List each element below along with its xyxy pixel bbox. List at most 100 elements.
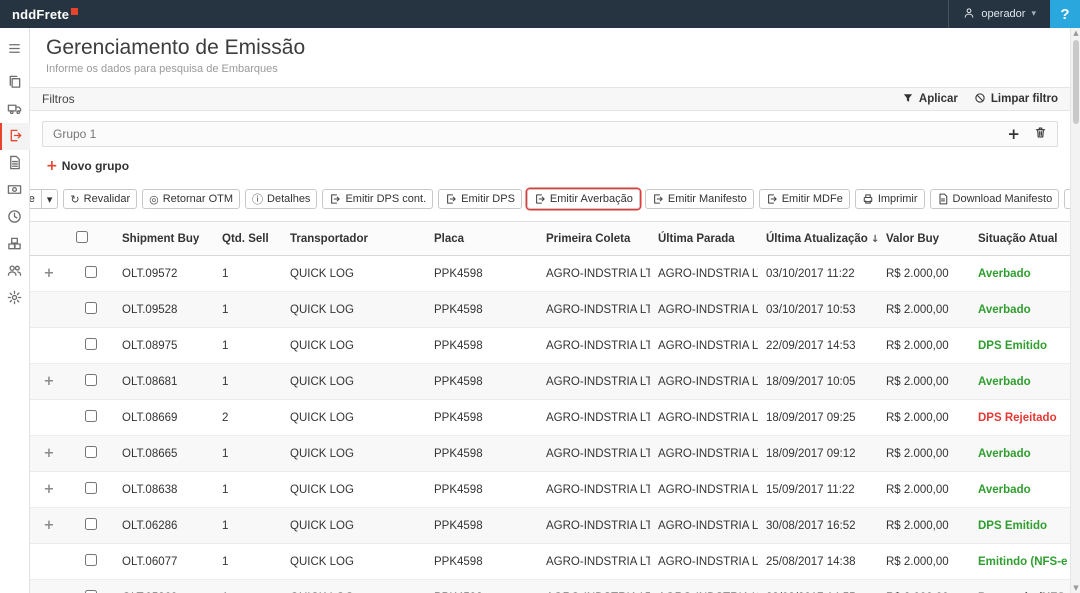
cancelar-embarque-button[interactable]: ×Cancelar embarque xyxy=(30,189,42,209)
cell-ultima-parada: AGRO-INDSTRIA LTDA. xyxy=(650,580,758,593)
packages-icon xyxy=(7,236,22,254)
row-checkbox[interactable] xyxy=(85,482,97,494)
add-filter-button[interactable]: + xyxy=(1007,127,1020,142)
checkbox-cell xyxy=(68,472,114,508)
download-manifesto-button[interactable]: Download Manifesto xyxy=(930,189,1060,209)
emitir-mdfe-button-group: Emitir MDFe xyxy=(759,189,850,209)
cell-ultima-parada: AGRO-INDSTRIA LTDA. xyxy=(650,256,758,292)
emit-icon xyxy=(329,193,341,205)
cell-shipment-buy: OLT.06077 xyxy=(114,544,214,580)
sidebar-item-billing[interactable] xyxy=(0,177,30,204)
column-header-ultima-atualizacao[interactable]: Última Atualização ↓ xyxy=(758,222,878,256)
sidebar-item-packages[interactable] xyxy=(0,231,30,258)
help-button[interactable]: ? xyxy=(1050,0,1080,28)
row-checkbox[interactable] xyxy=(85,446,97,458)
cell-ultima-atualizacao: 18/09/2017 09:12 xyxy=(758,436,878,472)
user-menu[interactable]: operador ▾ xyxy=(948,0,1050,28)
expand-row-icon[interactable]: + xyxy=(44,518,55,533)
cell-ultima-parada: AGRO-INDSTRIA LTDA. xyxy=(650,436,758,472)
cell-valor-buy: R$ 2.000,00 xyxy=(878,364,970,400)
emitir-mdfe-button[interactable]: Emitir MDFe xyxy=(759,189,850,209)
filters-title: Filtros xyxy=(42,92,75,106)
column-header-ultima-parada[interactable]: Última Parada xyxy=(650,222,758,256)
refresh-icon: ↻ xyxy=(70,194,79,205)
column-header-shipment-buy[interactable]: Shipment Buy xyxy=(114,222,214,256)
filter-group-row[interactable]: Grupo 1 + xyxy=(42,121,1058,147)
cancelar-embarque-dropdown-toggle[interactable]: ▾ xyxy=(42,189,59,209)
cell-ultima-parada: AGRO-INDSTRIA LTDA. xyxy=(650,544,758,580)
detalhes-button[interactable]: ⓘDetalhes xyxy=(245,189,317,209)
retornar-otm-button[interactable]: ◎Retornar OTM xyxy=(142,189,240,209)
column-header-situacao-atual[interactable]: Situação Atual xyxy=(970,222,1070,256)
table-header-row: Shipment BuyQtd. SellTransportadorPlacaP… xyxy=(30,222,1070,256)
emit-icon xyxy=(534,193,546,205)
sidebar-item-settings[interactable] xyxy=(0,285,30,312)
sidebar-item-documents[interactable] xyxy=(0,69,30,96)
expand-cell xyxy=(30,544,68,580)
brand-logo[interactable]: nddFrete xyxy=(12,7,78,22)
row-checkbox[interactable] xyxy=(85,410,97,422)
emit-icon xyxy=(652,193,664,205)
emitir-dps-cont-button[interactable]: Emitir DPS cont. xyxy=(322,189,433,209)
select-all-checkbox[interactable] xyxy=(76,231,88,243)
expand-row-icon[interactable]: + xyxy=(44,482,55,497)
row-checkbox[interactable] xyxy=(85,374,97,386)
cell-situacao-atual: Averbado xyxy=(970,292,1070,328)
row-checkbox[interactable] xyxy=(85,266,97,278)
expand-row-icon[interactable]: + xyxy=(44,446,55,461)
emitir-averbacao-button[interactable]: Emitir Averbação xyxy=(527,189,640,209)
emitir-averbacao-button-group: Emitir Averbação xyxy=(527,189,640,209)
scroll-down-icon[interactable]: ▼ xyxy=(1071,583,1080,593)
expand-row-icon[interactable]: + xyxy=(44,266,55,281)
vertical-scrollbar[interactable]: ▲ ▼ xyxy=(1070,28,1080,593)
cell-primeira-coleta: AGRO-INDSTRIA LTDA. xyxy=(538,328,650,364)
row-checkbox[interactable] xyxy=(85,338,97,350)
sidebar-item-menu[interactable] xyxy=(0,36,30,63)
delete-group-button[interactable] xyxy=(1034,126,1047,142)
scroll-up-icon[interactable]: ▲ xyxy=(1071,28,1080,38)
sidebar-item-users[interactable] xyxy=(0,258,30,285)
clear-filter-button[interactable]: Limpar filtro xyxy=(974,92,1058,107)
row-checkbox[interactable] xyxy=(85,518,97,530)
column-header-valor-buy[interactable]: Valor Buy xyxy=(878,222,970,256)
new-group-button[interactable]: + Novo grupo xyxy=(46,159,129,173)
column-header-transportador[interactable]: Transportador xyxy=(282,222,426,256)
emitir-dps-button[interactable]: Emitir DPS xyxy=(438,189,522,209)
sidebar-item-emission[interactable] xyxy=(0,123,30,150)
table-row: +OLT.086381QUICK LOGPPK4598AGRO-INDSTRIA… xyxy=(30,472,1070,508)
imprimir-button[interactable]: Imprimir xyxy=(855,189,925,209)
sidebar-item-reports[interactable] xyxy=(0,150,30,177)
checkbox-cell xyxy=(68,256,114,292)
revalidar-button[interactable]: ↻Revalidar xyxy=(63,189,137,209)
row-checkbox[interactable] xyxy=(85,554,97,566)
checkbox-cell xyxy=(68,292,114,328)
sidebar-item-history[interactable] xyxy=(0,204,30,231)
person-icon xyxy=(963,7,975,22)
truck-icon xyxy=(7,101,22,119)
cell-situacao-atual: DPS Rejeitado xyxy=(970,400,1070,436)
cell-valor-buy: R$ 2.000,00 xyxy=(878,328,970,364)
table-row: +OLT.095721QUICK LOGPPK4598AGRO-INDSTRIA… xyxy=(30,256,1070,292)
checkbox-cell xyxy=(68,400,114,436)
cell-qtd-sell: 1 xyxy=(214,364,282,400)
retornar-otm-button-group: ◎Retornar OTM xyxy=(142,189,240,209)
scrollbar-thumb[interactable] xyxy=(1073,40,1079,124)
cell-placa: PPK4598 xyxy=(426,580,538,593)
row-checkbox[interactable] xyxy=(85,302,97,314)
expand-row-icon[interactable]: + xyxy=(44,374,55,389)
button-label: Imprimir xyxy=(878,193,918,205)
column-header-qtd-sell[interactable]: Qtd. Sell xyxy=(214,222,282,256)
cell-situacao-atual: Preparado (NFS xyxy=(970,580,1070,593)
column-header-primeira-coleta[interactable]: Primeira Coleta xyxy=(538,222,650,256)
cell-primeira-coleta: AGRO-INDSTRIA LTDA. xyxy=(538,256,650,292)
apply-filter-button[interactable]: Aplicar xyxy=(902,92,958,107)
column-header-placa[interactable]: Placa xyxy=(426,222,538,256)
cell-shipment-buy: OLT.06286 xyxy=(114,508,214,544)
cell-situacao-atual: Emitindo (NFS-e xyxy=(970,544,1070,580)
expand-cell xyxy=(30,400,68,436)
cell-primeira-coleta: AGRO-INDSTRIA LTDA. xyxy=(538,508,650,544)
emitir-manifesto-button[interactable]: Emitir Manifesto xyxy=(645,189,754,209)
emit-icon xyxy=(445,193,457,205)
filters-actions: Aplicar Limpar filtro xyxy=(902,92,1058,107)
sidebar-item-fleet[interactable] xyxy=(0,96,30,123)
